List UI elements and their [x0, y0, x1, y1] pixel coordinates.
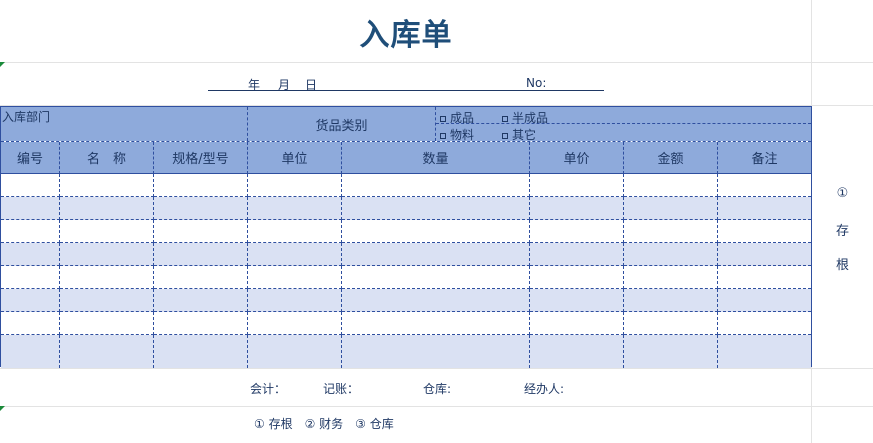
checkbox-icon	[502, 132, 508, 139]
column-header: 单位	[248, 142, 342, 174]
table-cell[interactable]	[342, 220, 530, 243]
category-options-row-2: 物料 其它	[436, 124, 811, 142]
table-cell[interactable]	[248, 174, 342, 197]
table-cell[interactable]	[248, 266, 342, 289]
date-day-label: 日	[305, 78, 318, 92]
column-header: 备注	[718, 142, 811, 174]
table-cell[interactable]	[342, 266, 530, 289]
table-cell[interactable]	[718, 312, 811, 335]
table-cell[interactable]	[1, 243, 60, 266]
table-cell[interactable]	[530, 220, 624, 243]
cell-marker-icon	[0, 406, 5, 411]
category-cell: 货品类别	[248, 107, 436, 141]
table-cell[interactable]	[154, 197, 248, 220]
table-cell[interactable]	[60, 220, 154, 243]
table-cell[interactable]	[624, 174, 718, 197]
receipt-table: 入库部门 货品类别 成品 半成品 物料 其它 编号名 称规格/型号 单位 数量 单价金…	[0, 106, 812, 368]
table-cell[interactable]	[342, 174, 530, 197]
table-cell[interactable]	[624, 289, 718, 312]
table-cell[interactable]	[718, 220, 811, 243]
table-cell[interactable]	[248, 335, 342, 368]
table-cell[interactable]	[154, 266, 248, 289]
table-cell[interactable]	[624, 335, 718, 368]
category-label: 货品类别	[315, 118, 368, 134]
table-cell[interactable]	[248, 220, 342, 243]
date-year-label: 年	[248, 78, 261, 92]
column-header: 单价	[530, 142, 624, 174]
table-cell[interactable]	[1, 266, 60, 289]
table-cell[interactable]	[530, 266, 624, 289]
table-cell[interactable]	[154, 289, 248, 312]
table-cell[interactable]	[342, 243, 530, 266]
handler-label: 经办人:	[524, 382, 565, 396]
table-cell[interactable]	[718, 243, 811, 266]
table-cell[interactable]	[1, 335, 60, 368]
department-label: 入库部门	[2, 110, 51, 124]
table-cell[interactable]	[718, 289, 811, 312]
table-cell[interactable]	[530, 243, 624, 266]
table-cell[interactable]	[248, 312, 342, 335]
accountant-label: 会计：	[250, 382, 287, 396]
stub-number: ①	[836, 186, 849, 201]
table-cell[interactable]	[342, 289, 530, 312]
column-header: 规格/型号	[154, 142, 248, 174]
table-cell[interactable]	[248, 289, 342, 312]
warehouse-label: 仓库:	[423, 382, 452, 396]
table-cell[interactable]	[154, 174, 248, 197]
table-cell[interactable]	[530, 335, 624, 368]
table-cell[interactable]	[624, 266, 718, 289]
table-cell[interactable]	[154, 243, 248, 266]
category-options-row-1: 成品 半成品	[436, 107, 811, 125]
table-cell[interactable]	[342, 197, 530, 220]
table-cell[interactable]	[154, 220, 248, 243]
table-cell[interactable]	[718, 335, 811, 368]
table-cell[interactable]	[1, 174, 60, 197]
table-cell[interactable]	[342, 312, 530, 335]
column-header: 名 称	[60, 142, 154, 174]
column-header: 金额	[624, 142, 718, 174]
table-cell[interactable]	[60, 174, 154, 197]
table-cell[interactable]	[624, 243, 718, 266]
table-cell[interactable]	[60, 266, 154, 289]
date-line: 年 月 日 No:	[208, 74, 604, 92]
table-cell[interactable]	[530, 312, 624, 335]
table-cell[interactable]	[624, 220, 718, 243]
table-cell[interactable]	[718, 266, 811, 289]
table-cell[interactable]	[1, 312, 60, 335]
table-cell[interactable]	[624, 197, 718, 220]
table-cell[interactable]	[60, 335, 154, 368]
stub-char-2: 根	[835, 258, 849, 273]
table-cell[interactable]	[248, 243, 342, 266]
copies-note: ① 存根 ② 财务 ③ 仓库	[254, 417, 394, 431]
table-cell[interactable]	[60, 197, 154, 220]
table-cell[interactable]	[530, 197, 624, 220]
column-header: 编号	[1, 142, 60, 174]
table-cell[interactable]	[718, 197, 811, 220]
table-cell[interactable]	[718, 174, 811, 197]
table-cell[interactable]	[60, 243, 154, 266]
cell-marker-icon	[0, 62, 5, 67]
checkbox-icon	[440, 115, 446, 122]
date-month-label: 月	[278, 78, 291, 92]
table-cell[interactable]	[530, 289, 624, 312]
table-cell[interactable]	[60, 312, 154, 335]
document-number-label: No:	[526, 76, 547, 90]
table-cell[interactable]	[154, 312, 248, 335]
bookkeeper-label: 记账：	[323, 382, 360, 396]
table-cell[interactable]	[1, 197, 60, 220]
table-cell[interactable]	[60, 289, 154, 312]
table-cell[interactable]	[154, 335, 248, 368]
table-cell[interactable]	[1, 220, 60, 243]
stub-char-1: 存	[835, 224, 849, 239]
table-cell[interactable]	[1, 289, 60, 312]
checkbox-icon	[502, 115, 508, 122]
table-cell[interactable]	[624, 312, 718, 335]
table-cell[interactable]	[248, 197, 342, 220]
department-cell[interactable]: 入库部门	[1, 107, 248, 141]
table-cell[interactable]	[530, 174, 624, 197]
checkbox-icon	[440, 132, 446, 139]
page-title: 入库单	[359, 18, 453, 53]
column-header: 数量	[342, 142, 530, 174]
table-cell[interactable]	[342, 335, 530, 368]
